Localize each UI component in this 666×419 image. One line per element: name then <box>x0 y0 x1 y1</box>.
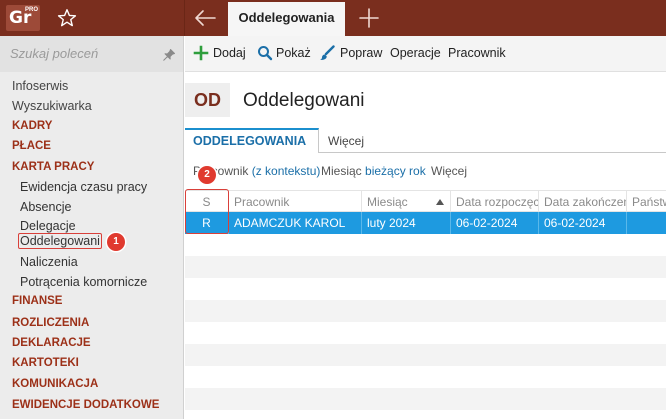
sidebar-item-oddelegowani[interactable]: Oddelegowani <box>18 233 102 249</box>
sidebar: Infoserwis Wyszukiwarka KADRY PŁACE KART… <box>0 36 184 419</box>
cell-country <box>627 212 666 234</box>
page-title: Oddelegowani <box>243 90 365 111</box>
sort-ascending-icon <box>436 199 444 205</box>
brush-icon <box>320 45 335 60</box>
s-column-highlight <box>185 189 229 234</box>
column-header-end-date[interactable]: Data zakończenia <box>539 191 627 213</box>
top-bar: Gr PRO Oddelegowania <box>0 0 666 36</box>
column-header-start-date[interactable]: Data rozpoczęcia <box>451 191 539 213</box>
command-search-input[interactable] <box>10 46 150 61</box>
sidebar-section-kartoteki[interactable]: KARTOTEKI <box>12 357 79 369</box>
column-header-employee[interactable]: Pracownik <box>229 191 362 213</box>
sidebar-item-naliczenia[interactable]: Naliczenia <box>20 255 78 269</box>
sidebar-item-delegacje[interactable]: Delegacje <box>20 219 76 233</box>
sidebar-item-potracenia-komornicze[interactable]: Potrącenia komornicze <box>20 275 147 289</box>
sidebar-item-ewidencja-czasu-pracy[interactable]: Ewidencja czasu pracy <box>20 180 147 194</box>
filter-month-value[interactable]: bieżący rok <box>365 164 426 178</box>
empty-row <box>185 256 666 278</box>
search-icon <box>258 46 273 61</box>
sidebar-section-deklaracje[interactable]: DEKLARACJE <box>12 337 91 349</box>
add-plus-icon <box>193 45 209 61</box>
sidebar-item-infoserwis[interactable]: Infoserwis <box>12 79 68 93</box>
empty-row <box>185 344 666 366</box>
sidebar-section-rozliczenia[interactable]: ROZLICZENIA <box>12 317 89 329</box>
tab-more[interactable]: Więcej <box>328 134 364 148</box>
fix-button[interactable]: Popraw <box>340 46 382 60</box>
toolbar: Dodaj Pokaż Popraw Operacje Pracownik <box>185 36 666 72</box>
empty-row <box>185 300 666 322</box>
show-button[interactable]: Pokaż <box>276 46 311 60</box>
callout-badge-1: 1 <box>107 233 125 251</box>
column-header-country[interactable]: Państwo <box>627 191 666 213</box>
topbar-divider <box>184 0 185 36</box>
filter-month[interactable]: Miesiąc bieżący rok <box>321 164 426 178</box>
pin-icon[interactable] <box>162 48 176 62</box>
filter-month-label: Miesiąc <box>321 164 362 178</box>
sidebar-section-komunikacja[interactable]: KOMUNIKACJA <box>12 378 98 390</box>
tab-oddelegowania[interactable]: Oddelegowania <box>228 2 345 36</box>
sidebar-section-finanse[interactable]: FINANSE <box>12 295 62 307</box>
command-search <box>0 36 183 72</box>
grid-header: S Pracownik Miesiąc Data rozpoczęcia Dat… <box>185 190 666 213</box>
operations-menu[interactable]: Operacje <box>390 46 441 60</box>
empty-row <box>185 388 666 410</box>
callout-badge-2: 2 <box>198 166 216 184</box>
cell-employee: ADAMCZUK KAROL <box>229 212 362 234</box>
cell-start-date: 06-02-2024 <box>451 212 539 234</box>
add-button[interactable]: Dodaj <box>213 46 246 60</box>
filter-more[interactable]: Więcej <box>431 164 467 178</box>
main-panel: Dodaj Pokaż Popraw Operacje Pracownik OD… <box>185 36 666 419</box>
table-row[interactable]: R ADAMCZUK KAROL luty 2024 06-02-2024 06… <box>185 212 666 234</box>
page-badge: OD <box>185 83 230 117</box>
column-header-month-label: Miesiąc <box>367 195 408 209</box>
sidebar-section-place[interactable]: PŁACE <box>12 140 51 152</box>
back-arrow-icon[interactable] <box>193 7 217 29</box>
logo-badge: PRO <box>24 7 38 13</box>
sidebar-item-absencje[interactable]: Absencje <box>20 200 71 214</box>
filter-employee-value[interactable]: (z kontekstu) <box>252 164 321 178</box>
employee-menu[interactable]: Pracownik <box>448 46 506 60</box>
column-header-month[interactable]: Miesiąc <box>362 191 451 213</box>
tab-oddelegowania-list[interactable]: ODDELEGOWANIA <box>185 128 319 153</box>
new-tab-plus-icon[interactable] <box>358 7 380 29</box>
sidebar-section-ewidencje-dodatkowe[interactable]: EWIDENCJE DODATKOWE <box>12 399 159 411</box>
app-logo[interactable]: Gr PRO <box>6 5 40 31</box>
cell-month: luty 2024 <box>362 212 451 234</box>
cell-end-date: 06-02-2024 <box>539 212 627 234</box>
sidebar-section-karta-pracy[interactable]: KARTA PRACY <box>12 161 94 173</box>
sidebar-item-wyszukiwarka[interactable]: Wyszukiwarka <box>12 99 92 113</box>
sidebar-section-kadry[interactable]: KADRY <box>12 120 52 132</box>
star-icon[interactable] <box>56 7 78 29</box>
